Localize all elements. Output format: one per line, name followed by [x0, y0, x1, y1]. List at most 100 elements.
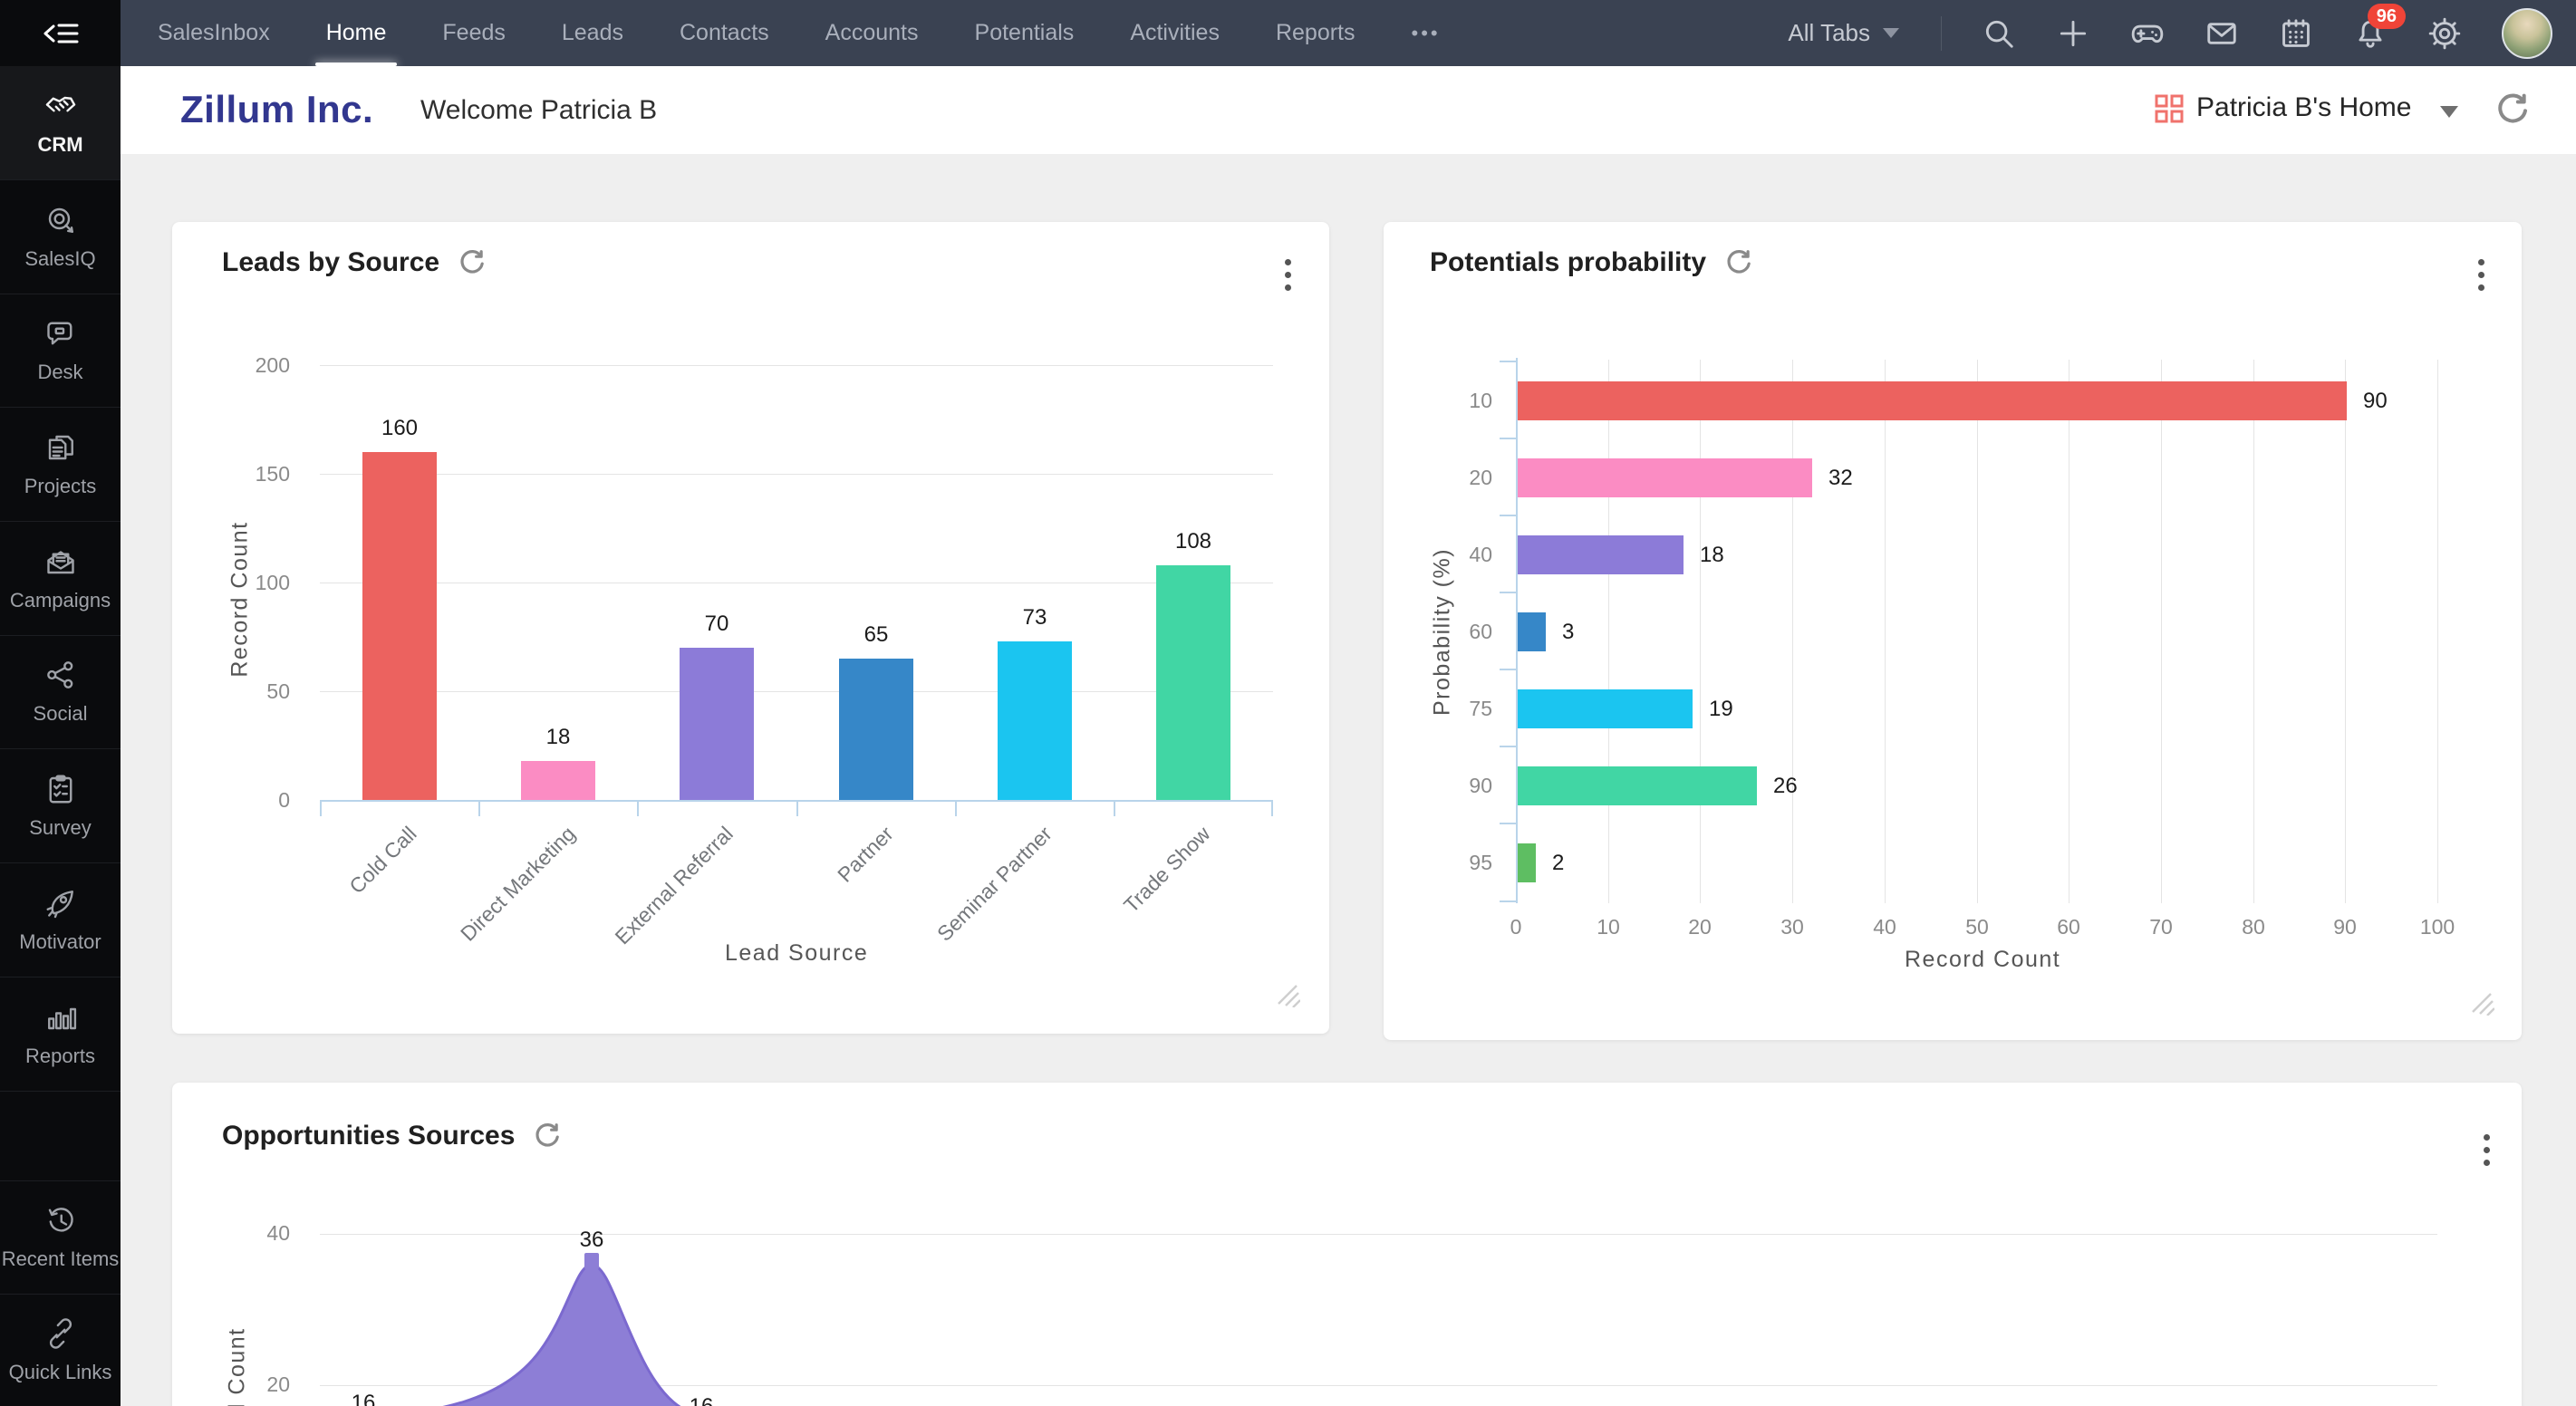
bar-chart-icon	[47, 1007, 76, 1029]
bar-prob-10	[1518, 381, 2347, 420]
chain-link-icon	[49, 1317, 72, 1349]
x-tick: 60	[2057, 915, 2080, 939]
bar-prob-60	[1518, 612, 1546, 651]
x-tick: 50	[1965, 915, 1989, 939]
sidebar-item-recent-items[interactable]: Recent Items	[0, 1181, 121, 1295]
tab-activities[interactable]: Activities	[1130, 0, 1220, 66]
x-category-label: Cold Call	[344, 822, 421, 899]
top-nav: SalesInbox Home Feeds Leads Contacts Acc…	[0, 0, 2576, 66]
gridline	[1977, 360, 1978, 903]
sidebar-item-salesiq[interactable]: SalesIQ	[0, 180, 121, 294]
gridline	[1792, 360, 1793, 903]
bar-prob-90	[1518, 766, 1757, 805]
notifications-button[interactable]: 96	[2353, 3, 2406, 51]
gamescope-button[interactable]	[2130, 16, 2165, 51]
sidebar-item-crm[interactable]: CRM	[0, 66, 121, 180]
calendar-button[interactable]	[2279, 16, 2313, 51]
bar-prob-75	[1518, 689, 1693, 728]
notification-badge: 96	[2367, 3, 2406, 29]
x-tick: 90	[2333, 915, 2357, 939]
bar-partner	[839, 659, 913, 800]
refresh-widget-icon[interactable]	[533, 1122, 562, 1151]
widget-resize-handle[interactable]	[1275, 982, 1301, 1012]
tab-leads[interactable]: Leads	[562, 0, 623, 66]
tab-potentials[interactable]: Potentials	[975, 0, 1075, 66]
handshake-icon	[45, 96, 75, 111]
axis-tick	[1500, 746, 1516, 747]
search-icon	[1985, 20, 2013, 48]
axis-tick	[1500, 592, 1516, 593]
target-magnifier-icon	[48, 207, 73, 233]
bar-value: 70	[704, 612, 729, 636]
dashboard-grid-icon[interactable]	[2154, 93, 2185, 129]
company-logo: Zillum Inc.	[180, 88, 374, 130]
y-tick: 200	[255, 353, 290, 377]
bar-seminar-partner	[998, 641, 1072, 800]
mail-icon	[2207, 22, 2236, 44]
bar-value: 26	[1773, 774, 1798, 798]
refresh-widget-icon[interactable]	[1724, 248, 1753, 277]
gridline	[2253, 360, 2254, 903]
tab-feeds[interactable]: Feeds	[442, 0, 505, 66]
tab-salesinbox[interactable]: SalesInbox	[158, 0, 270, 66]
tab-contacts[interactable]: Contacts	[680, 0, 769, 66]
widget-menu-button[interactable]	[2482, 1134, 2491, 1166]
y-category-label: 90	[1469, 774, 1492, 797]
bar-value: 18	[545, 725, 571, 749]
search-button[interactable]	[1982, 16, 2016, 51]
game-controller-icon	[2131, 24, 2164, 43]
sidebar-item-desk[interactable]: Desk	[0, 294, 121, 408]
gridline	[2345, 360, 2346, 903]
sidebar-item-social[interactable]: Social	[0, 636, 121, 749]
axis-tick	[1500, 669, 1516, 670]
refresh-widget-icon[interactable]	[458, 248, 487, 277]
axis-tick	[637, 802, 639, 816]
x-tick: 70	[2149, 915, 2173, 939]
gear-icon	[2428, 17, 2461, 49]
bar-trade-show	[1156, 565, 1230, 800]
sidebar-collapse-button[interactable]	[0, 0, 121, 66]
point-value: 16	[351, 1391, 376, 1406]
axis-tick	[796, 802, 798, 816]
bar-value: 19	[1709, 697, 1733, 721]
share-nodes-icon	[46, 661, 72, 689]
user-avatar[interactable]	[2502, 7, 2552, 59]
gridline	[2437, 360, 2438, 903]
area-peak-marker	[584, 1253, 599, 1269]
sidebar-item-motivator[interactable]: Motivator	[0, 863, 121, 977]
widget-resize-handle[interactable]	[2469, 990, 2495, 1020]
sidebar-item-reports[interactable]: Reports	[0, 977, 121, 1092]
sidebar-item-survey[interactable]: Survey	[0, 749, 121, 863]
gridline	[320, 691, 1273, 692]
point-value: 36	[579, 1228, 604, 1252]
zoho-crm-dashboard: SalesInbox Home Feeds Leads Contacts Acc…	[0, 0, 2576, 1406]
widget-menu-button[interactable]	[1283, 259, 1292, 291]
refresh-page-button[interactable]	[2494, 91, 2531, 132]
sidebar-item-quick-links[interactable]: Quick Links	[0, 1295, 121, 1406]
chat-bubble-icon	[46, 322, 72, 345]
x-category-label: Trade Show	[1118, 822, 1215, 918]
x-tick: 40	[1873, 915, 1896, 939]
view-selector-caret-icon[interactable]	[2440, 106, 2458, 118]
tab-accounts[interactable]: Accounts	[825, 0, 919, 66]
home-view-selector[interactable]: Patricia B's Home	[2196, 92, 2411, 123]
tab-reports[interactable]: Reports	[1276, 0, 1356, 66]
x-category-label: Direct Marketing	[455, 822, 580, 946]
settings-button[interactable]	[2427, 16, 2462, 51]
mail-button[interactable]	[2205, 16, 2239, 51]
all-tabs-dropdown[interactable]: All Tabs	[1788, 19, 1899, 47]
quick-create-button[interactable]	[2056, 16, 2090, 51]
sidebar-item-campaigns[interactable]: Campaigns	[0, 522, 121, 636]
area-series	[442, 1263, 681, 1406]
x-tick: 100	[2419, 915, 2455, 939]
sidebar-spacer	[0, 1092, 121, 1181]
area-chart	[442, 1253, 681, 1406]
more-tabs-button[interactable]: •••	[1412, 0, 1441, 66]
tab-home[interactable]: Home	[315, 0, 398, 66]
sidebar-item-projects[interactable]: Projects	[0, 408, 121, 522]
axis-tick	[1114, 802, 1115, 816]
x-tick: 80	[2242, 915, 2265, 939]
widget-menu-button[interactable]	[2476, 259, 2485, 291]
axis-tick	[955, 802, 957, 816]
opportunities-chart-title: Opportunities Sources	[222, 1121, 516, 1151]
